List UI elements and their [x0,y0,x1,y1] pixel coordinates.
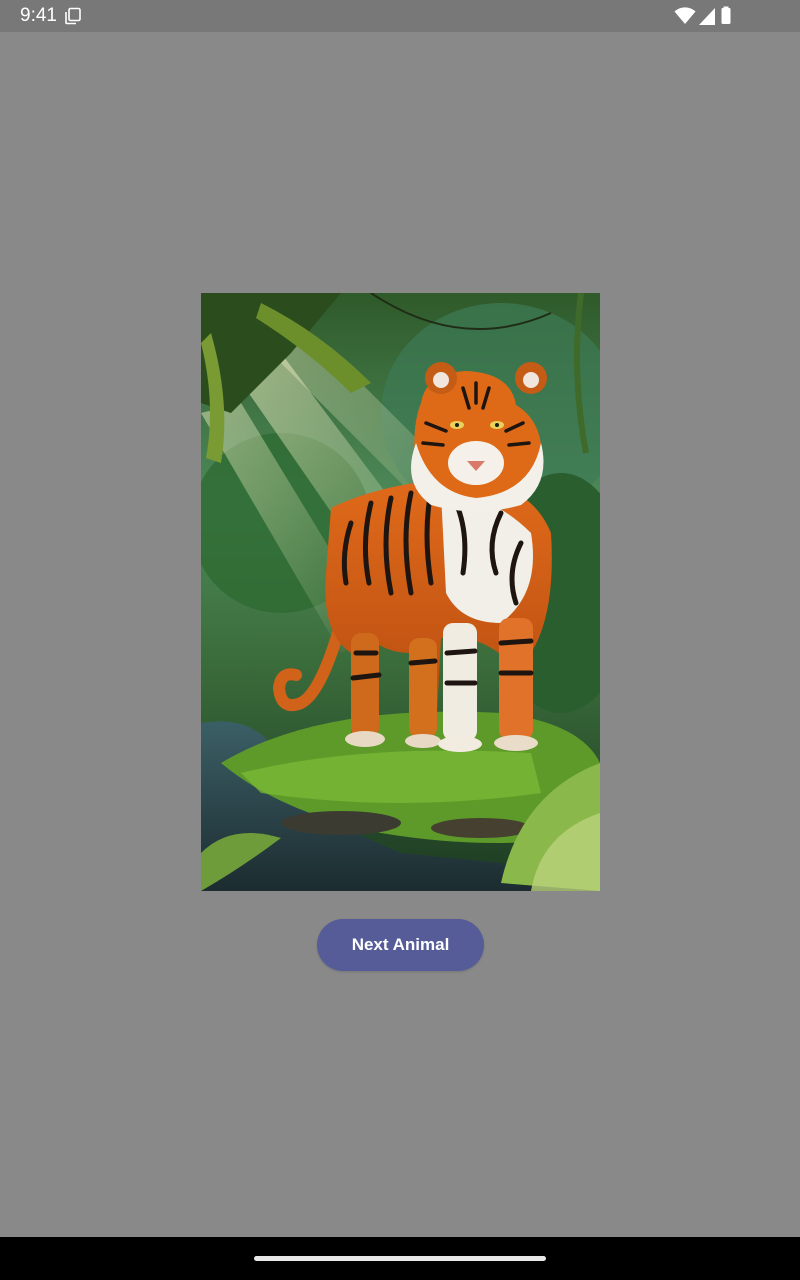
screenshot-copy-icon [64,7,82,25]
home-indicator[interactable] [254,1256,546,1261]
next-animal-button[interactable]: Next Animal [317,919,484,971]
tiger-illustration [201,293,600,891]
cellular-signal-icon [699,8,715,25]
status-bar: 9:41 [0,0,800,32]
navigation-bar [0,1237,800,1280]
battery-icon [721,6,731,24]
animal-image [201,293,600,891]
wifi-icon [674,7,696,24]
status-time: 9:41 [20,5,57,26]
